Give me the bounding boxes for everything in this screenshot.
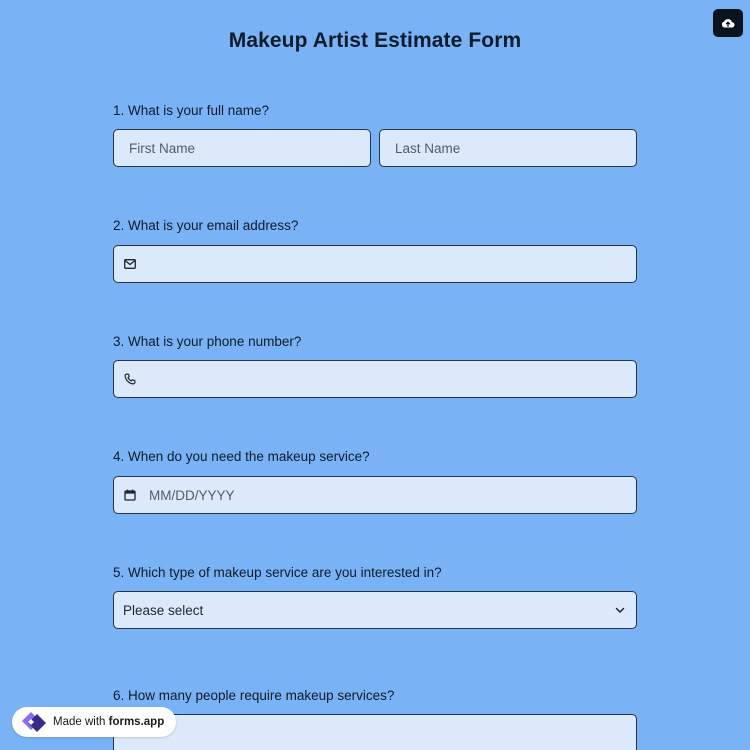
formsapp-logo-icon <box>22 712 46 732</box>
first-name-input[interactable]: First Name <box>113 129 371 167</box>
cloud-upload-icon <box>721 19 735 28</box>
question-1-label: 1. What is your full name? <box>113 103 270 118</box>
question-6-label: 6. How many people require makeup servic… <box>113 688 395 703</box>
email-input[interactable] <box>113 245 637 283</box>
made-with-formsapp-badge[interactable]: Made with forms.app <box>12 707 176 737</box>
date-placeholder: MM/DD/YYYY <box>149 487 235 503</box>
question-5-label: 5. Which type of makeup service are you … <box>113 565 442 580</box>
last-name-placeholder: Last Name <box>395 140 461 156</box>
question-4-label: 4. When do you need the makeup service? <box>113 449 370 464</box>
badge-prefix: Made with <box>53 716 106 728</box>
service-type-selected-value: Please select <box>123 602 204 618</box>
last-name-input[interactable]: Last Name <box>379 129 637 167</box>
phone-input[interactable] <box>113 360 637 398</box>
phone-icon <box>123 372 137 386</box>
mail-icon <box>123 257 137 271</box>
question-3-label: 3. What is your phone number? <box>113 334 302 349</box>
question-2-label: 2. What is your email address? <box>113 218 299 233</box>
service-type-select[interactable]: Please select <box>113 591 637 629</box>
calendar-icon <box>123 488 137 502</box>
chevron-down-icon <box>615 607 625 613</box>
form-title: Makeup Artist Estimate Form <box>228 29 522 52</box>
date-input[interactable]: MM/DD/YYYY <box>113 476 637 514</box>
badge-text: Made with forms.app <box>53 716 164 728</box>
first-name-placeholder: First Name <box>129 140 196 156</box>
people-count-input[interactable] <box>113 714 637 750</box>
badge-brand: forms.app <box>108 716 165 728</box>
